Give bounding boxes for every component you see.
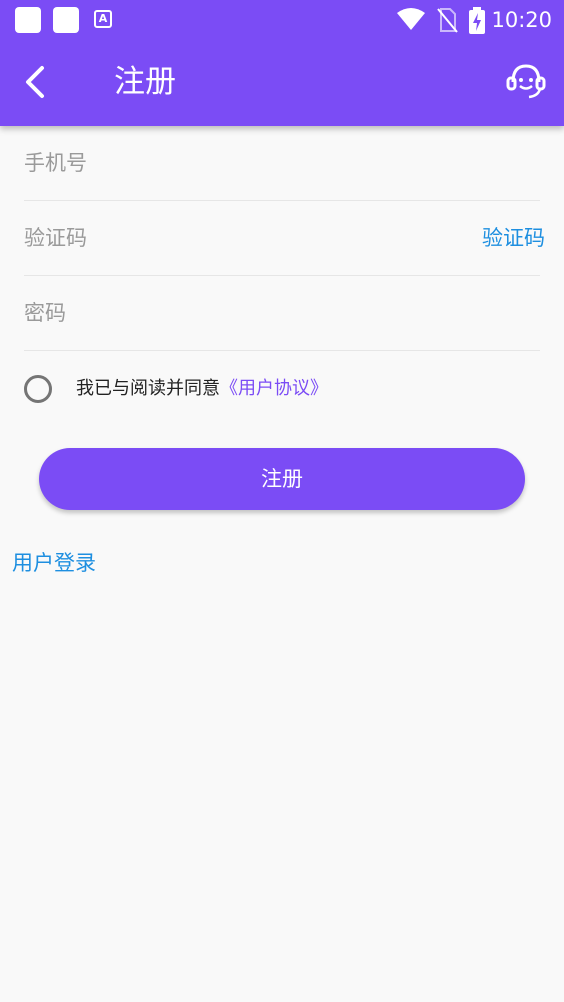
- wifi-icon: [397, 8, 425, 30]
- user-agreement-link[interactable]: 《用户协议》: [220, 378, 328, 399]
- register-button[interactable]: 注册: [39, 448, 525, 510]
- agreement-text: 我已与阅读并同意《用户协议》: [76, 376, 328, 402]
- agree-label: 我已与阅读并同意: [76, 378, 220, 399]
- page-title: 注册: [114, 64, 176, 100]
- app-a-icon: A: [94, 10, 112, 28]
- phone-field[interactable]: 手机号: [24, 126, 540, 201]
- user-login-link[interactable]: 用户登录: [12, 548, 96, 578]
- back-button[interactable]: [18, 60, 54, 104]
- app-bar: A 10:20 注册: [0, 0, 564, 126]
- notification-square-icon: [15, 7, 41, 33]
- no-sim-icon: [437, 8, 458, 33]
- password-placeholder: 密码: [24, 301, 66, 325]
- status-bar: A 10:20: [0, 0, 564, 40]
- customer-service-icon[interactable]: [505, 60, 547, 102]
- agree-checkbox[interactable]: [24, 375, 52, 403]
- verification-code-field[interactable]: 验证码: [24, 201, 540, 276]
- code-placeholder: 验证码: [24, 226, 87, 250]
- notification-square-icon: [53, 7, 79, 33]
- phone-placeholder: 手机号: [24, 151, 87, 175]
- status-time: 10:20: [491, 8, 552, 32]
- password-field[interactable]: 密码: [24, 276, 540, 351]
- get-code-button[interactable]: 验证码: [482, 223, 545, 253]
- battery-charging-icon: [469, 7, 485, 34]
